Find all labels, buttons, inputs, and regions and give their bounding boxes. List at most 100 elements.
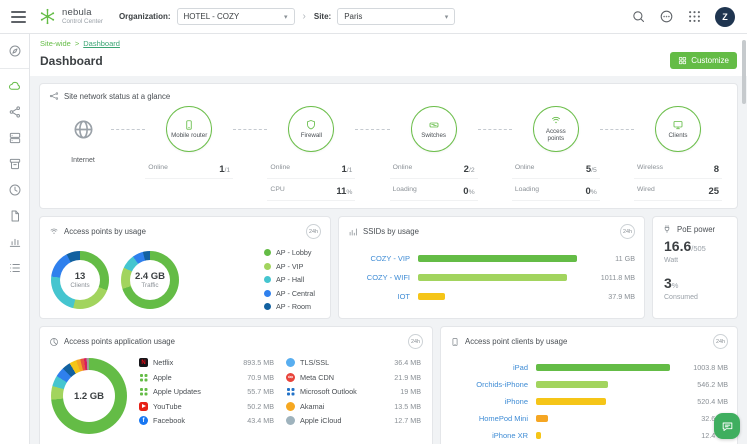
breadcrumb: Site-wide > Dashboard <box>40 39 737 48</box>
app-name: Apple iCloud <box>300 416 389 425</box>
topology-link <box>233 129 267 130</box>
node-internet: Internet <box>55 106 111 164</box>
stat-row: Online 1/1 <box>267 157 355 179</box>
ssid-link[interactable]: COZY - WIFI <box>348 273 410 282</box>
app-row: Apple Updates55.7 MB <box>139 387 274 396</box>
facebook-icon: f <box>139 416 148 425</box>
ssid-link[interactable]: COZY - VIP <box>348 254 410 263</box>
sidebar-item-analytics[interactable] <box>0 229 29 255</box>
search-icon[interactable] <box>631 9 646 24</box>
apps-grid-icon[interactable] <box>687 9 702 24</box>
document-icon <box>8 209 22 223</box>
bar-track <box>418 255 577 262</box>
bar-track <box>536 364 670 371</box>
top-bar: nebula Control Center Organization: HOTE… <box>0 0 747 34</box>
app-list-column-2: TLS/SSL36.4 MB ∞Meta CDN21.9 MB Microsof… <box>286 358 421 425</box>
app-row: Apple70.9 MB <box>139 373 274 382</box>
sidebar-item-logs[interactable] <box>0 255 29 281</box>
context-separator-icon: › <box>303 11 306 22</box>
app-value: 19 MB <box>400 387 421 396</box>
app-name: Akamai <box>300 402 389 411</box>
app-row: Apple iCloud12.7 MB <box>286 416 421 425</box>
breadcrumb-site-wide[interactable]: Site-wide <box>40 39 71 48</box>
globe-icon <box>72 118 95 141</box>
sidebar-item-topology[interactable] <box>0 99 29 125</box>
sidebar-item-firmware[interactable] <box>0 151 29 177</box>
list-icon <box>8 261 22 275</box>
client-link[interactable]: iPhone <box>450 397 528 406</box>
usage-bar <box>418 293 445 300</box>
help-more-icon[interactable] <box>659 9 674 24</box>
chat-bubble-icon <box>721 420 734 433</box>
app-list-column-1: NNetflix893.5 MB Apple70.9 MB Apple Upda… <box>139 358 274 425</box>
access-points-node[interactable]: Access points <box>533 106 579 152</box>
client-link[interactable]: Orchids-iPhone <box>450 380 528 389</box>
sidebar-item-devices[interactable] <box>0 125 29 151</box>
time-range-badge: 24h <box>713 334 728 349</box>
switches-node[interactable]: Switches <box>411 106 457 152</box>
menu-icon[interactable] <box>11 11 26 23</box>
sidebar-item-history[interactable] <box>0 177 29 203</box>
stat-row: CPU 11% <box>267 179 355 201</box>
donut-label: Clients <box>70 282 89 289</box>
client-row: Orchids-iPhone 546.2 MB <box>450 376 728 393</box>
firewall-node[interactable]: Firewall <box>288 106 334 152</box>
legend-label: AP - VIP <box>276 262 303 271</box>
node-access-points: Access points Online 5/5 Loading 0% <box>512 106 600 201</box>
ssid-row: COZY - VIP 11 GB <box>348 249 635 268</box>
sidebar-item-site[interactable] <box>0 38 29 64</box>
poe-consumed-value: 3 <box>664 275 672 291</box>
site-dropdown[interactable]: Paris ▾ <box>337 8 455 25</box>
stat-row: Loading 0% <box>390 179 478 201</box>
bar-track <box>536 381 670 388</box>
site-value: Paris <box>344 12 362 21</box>
usage-bar <box>536 432 541 439</box>
node-mobile-router: Mobile router Online 1/1 <box>145 106 233 179</box>
customize-button[interactable]: Customize <box>670 52 737 69</box>
network-status-card: Site network status at a glance Internet… <box>39 83 738 209</box>
app-value: 50.2 MB <box>247 402 274 411</box>
app-name: YouTube <box>153 402 242 411</box>
stat-sub: % <box>346 189 352 196</box>
chevron-down-icon: ▾ <box>284 13 288 21</box>
node-firewall: Firewall Online 1/1 CPU 11% <box>267 106 355 201</box>
main-content: Site-wide > Dashboard Dashboard Customiz… <box>30 34 747 444</box>
pie-chart-icon <box>49 337 59 347</box>
sidebar-item-dashboard[interactable] <box>0 73 29 99</box>
shield-icon <box>305 119 317 131</box>
stat-sub: /1 <box>225 167 231 174</box>
bar-chart-icon <box>8 235 22 249</box>
user-avatar[interactable]: Z <box>715 7 735 27</box>
usage-value: 546.2 MB <box>678 380 728 389</box>
client-link[interactable]: iPhone XR <box>450 431 528 440</box>
breadcrumb-dashboard[interactable]: Dashboard <box>83 39 120 48</box>
stat-label: CPU <box>270 186 284 193</box>
stat-sub: % <box>591 189 597 196</box>
ssid-link[interactable]: IOT <box>348 292 410 301</box>
topology-link <box>600 129 634 130</box>
node-clients: Clients Wireless 8 Wired 25 <box>634 106 722 201</box>
ssids-usage-card: SSIDs by usage 24h COZY - VIP 11 GB COZY… <box>338 216 645 319</box>
devices-stack-icon <box>8 131 22 145</box>
app-value: 43.4 MB <box>247 416 274 425</box>
ssid-row: IOT 37.9 MB <box>348 287 635 306</box>
mobile-router-node[interactable]: Mobile router <box>166 106 212 152</box>
power-plug-icon <box>662 224 672 234</box>
meta-cdn-icon: ∞ <box>286 373 295 382</box>
organization-dropdown[interactable]: HOTEL - COZY ▾ <box>177 8 295 25</box>
sidebar-item-reports[interactable] <box>0 203 29 229</box>
card-title: Access point clients by usage <box>465 337 567 346</box>
scrollbar[interactable] <box>742 40 746 104</box>
brand-logo[interactable]: nebula Control Center <box>38 7 103 26</box>
client-link[interactable]: HomePod Mini <box>450 414 528 423</box>
brand-name: nebula <box>62 8 103 18</box>
application-donut-chart: 1.2 GB <box>51 358 127 434</box>
customize-label: Customize <box>691 56 729 65</box>
support-chat-button[interactable] <box>714 413 740 439</box>
usage-bar <box>536 415 548 422</box>
stat-label: Online <box>393 164 413 171</box>
donut-value: 13 <box>75 271 86 282</box>
client-link[interactable]: iPad <box>450 363 528 372</box>
clients-node[interactable]: Clients <box>655 106 701 152</box>
node-label: Access points <box>537 129 575 142</box>
